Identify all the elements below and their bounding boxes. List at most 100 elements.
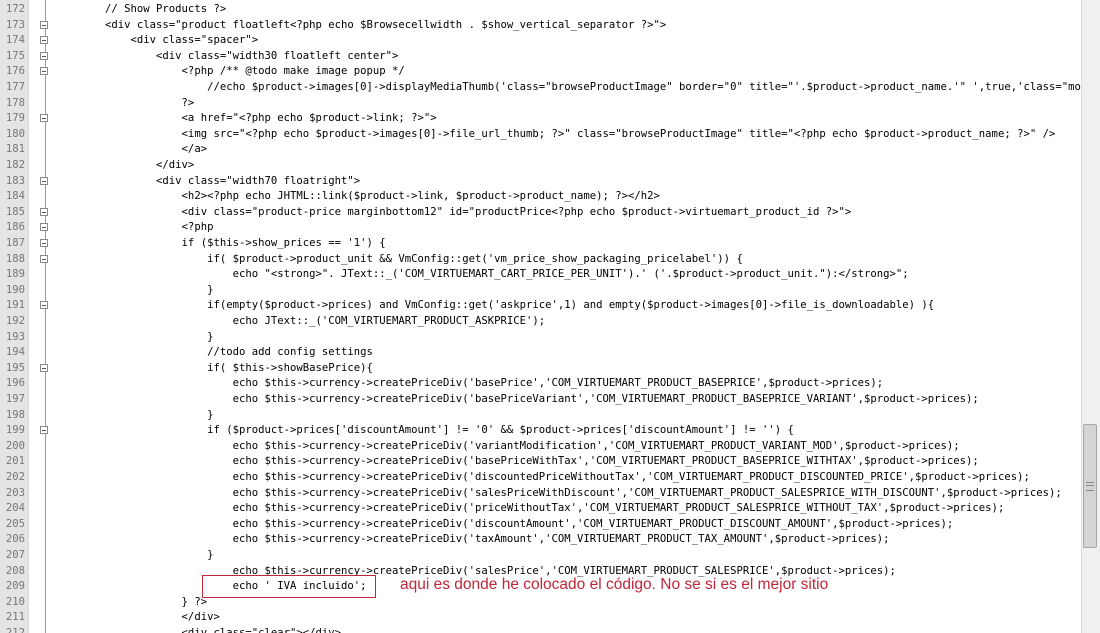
line-number: 191: [5, 299, 25, 312]
code-line[interactable]: 212 <div class="clear"></div>: [0, 626, 1080, 633]
code-line[interactable]: 179 <a href="<?php echo $product->link; …: [0, 111, 1080, 127]
code-text: <?php: [54, 221, 214, 234]
fold-toggle-icon[interactable]: [40, 36, 48, 45]
code-line[interactable]: 206 echo $this->currency->createPriceDiv…: [0, 532, 1080, 548]
code-text: <a href="<?php echo $product->link; ?>">: [54, 112, 437, 125]
code-text: <h2><?php echo JHTML::link($product->lin…: [54, 190, 660, 203]
code-line[interactable]: 186 <?php: [0, 220, 1080, 236]
code-line[interactable]: 174 <div class="spacer">: [0, 33, 1080, 49]
code-text: <div class="product floatleft<?php echo …: [54, 18, 667, 31]
fold-toggle-icon[interactable]: [40, 67, 48, 76]
code-line[interactable]: 176 <?php /** @todo make image popup */: [0, 64, 1080, 80]
code-editor[interactable]: 172 // Show Products ?> 173 <div class="p…: [0, 0, 1100, 633]
code-text: echo $this->currency->createPriceDiv('ba…: [54, 377, 884, 390]
line-number: 207: [5, 549, 25, 561]
code-line[interactable]: 195 if( $this->showBasePrice){: [0, 361, 1080, 377]
code-line[interactable]: 189 echo "<strong>". JText::_('COM_VIRTU…: [0, 267, 1080, 283]
code-text: if( $product->product_unit && VmConfig::…: [54, 252, 743, 265]
fold-toggle-icon[interactable]: [40, 426, 48, 435]
line-number: 195: [5, 361, 25, 374]
fold-toggle-icon[interactable]: [40, 176, 48, 185]
code-line[interactable]: 196 echo $this->currency->createPriceDiv…: [0, 376, 1080, 392]
code-line[interactable]: 181 </a>: [0, 142, 1080, 158]
fold-toggle-icon[interactable]: [40, 254, 48, 263]
line-number: 189: [5, 268, 25, 281]
code-line[interactable]: 204 echo $this->currency->createPriceDiv…: [0, 501, 1080, 517]
line-number: 178: [5, 96, 25, 109]
code-text: ?>: [54, 96, 195, 109]
code-line[interactable]: 210 } ?>: [0, 595, 1080, 611]
code-line[interactable]: 192 echo JText::_('COM_VIRTUEMART_PRODUC…: [0, 314, 1080, 330]
fold-toggle-icon[interactable]: [40, 207, 48, 216]
code-line[interactable]: 200 echo $this->currency->createPriceDiv…: [0, 439, 1080, 455]
code-text: </div>: [54, 159, 195, 171]
code-text: <img src="<?php echo $product->images[0]…: [54, 127, 1056, 140]
code-line[interactable]: 183 <div class="width70 floatright">: [0, 174, 1080, 190]
code-line[interactable]: 190 }: [0, 283, 1080, 299]
code-text: <div class="width70 floatright">: [54, 174, 361, 187]
code-line[interactable]: 185 <div class="product-price marginbott…: [0, 205, 1080, 221]
code-text: if ($this->show_prices == '1') {: [54, 237, 386, 249]
code-line[interactable]: 197 echo $this->currency->createPriceDiv…: [0, 392, 1080, 408]
line-number: 193: [5, 330, 25, 343]
code-line[interactable]: 187 if ($this->show_prices == '1') {: [0, 236, 1080, 252]
line-number: 209: [5, 580, 25, 593]
code-line[interactable]: 175 <div class="width30 floatleft center…: [0, 49, 1080, 65]
line-number: 181: [5, 143, 25, 156]
line-number: 172: [5, 3, 25, 15]
code-text: <?php /** @todo make image popup */: [54, 65, 405, 78]
fold-toggle-icon[interactable]: [40, 51, 48, 60]
code-text: echo $this->currency->createPriceDiv('va…: [54, 439, 960, 452]
code-text: </a>: [54, 143, 208, 156]
code-line[interactable]: 177 //echo $product->images[0]->displayM…: [0, 80, 1100, 96]
scrollbar-grip-icon: [1086, 482, 1094, 491]
code-line[interactable]: 180 <img src="<?php echo $product->image…: [0, 127, 1080, 143]
line-number: 182: [5, 159, 25, 171]
code-line[interactable]: 184 <h2><?php echo JHTML::link($product-…: [0, 189, 1080, 205]
code-line[interactable]: 172 // Show Products ?>: [0, 2, 1080, 18]
fold-toggle-icon[interactable]: [40, 20, 48, 29]
code-line[interactable]: 193 }: [0, 330, 1080, 346]
code-text: echo $this->currency->createPriceDiv('sa…: [54, 486, 1062, 499]
fold-toggle-icon[interactable]: [40, 301, 48, 310]
code-text: if ($product->prices['discountAmount'] !…: [54, 424, 794, 437]
code-line[interactable]: 194 //todo add config settings: [0, 345, 1080, 361]
code-line[interactable]: 199 if ($product->prices['discountAmount…: [0, 423, 1080, 439]
code-text: }: [54, 283, 214, 296]
line-number: 187: [5, 237, 25, 249]
line-number: 198: [5, 408, 25, 421]
line-number: 188: [5, 252, 25, 265]
code-text: //echo $product->images[0]->displayMedia…: [54, 81, 1100, 93]
code-text: }: [54, 330, 214, 343]
code-line[interactable]: 205 echo $this->currency->createPriceDiv…: [0, 517, 1080, 533]
fold-toggle-icon[interactable]: [40, 114, 48, 123]
line-number: 199: [5, 424, 25, 437]
code-line[interactable]: 198 }: [0, 408, 1080, 424]
highlight-box: [202, 575, 376, 598]
code-line[interactable]: 173 <div class="product floatleft<?php e…: [0, 18, 1080, 34]
code-line[interactable]: 211 </div>: [0, 610, 1080, 626]
line-number: 190: [5, 283, 25, 296]
fold-toggle-icon[interactable]: [40, 223, 48, 232]
code-text: //todo add config settings: [54, 346, 373, 359]
fold-toggle-icon[interactable]: [40, 363, 48, 372]
line-number: 196: [5, 377, 25, 390]
code-line[interactable]: 188 if( $product->product_unit && VmConf…: [0, 252, 1080, 268]
code-line[interactable]: 203 echo $this->currency->createPriceDiv…: [0, 486, 1080, 502]
line-number: 175: [5, 49, 25, 62]
code-line[interactable]: 202 echo $this->currency->createPriceDiv…: [0, 470, 1080, 486]
code-text: echo $this->currency->createPriceDiv('pr…: [54, 502, 1005, 515]
code-line[interactable]: 191 if(empty($product->prices) and VmCon…: [0, 298, 1080, 314]
code-text: }: [54, 408, 214, 421]
code-text: <div class="spacer">: [54, 34, 259, 47]
code-line[interactable]: 182 </div>: [0, 158, 1080, 174]
line-number: 179: [5, 112, 25, 125]
line-number: 208: [5, 564, 25, 577]
code-line[interactable]: 201 echo $this->currency->createPriceDiv…: [0, 454, 1080, 470]
code-line[interactable]: 207 }: [0, 548, 1080, 564]
code-text: // Show Products ?>: [54, 3, 227, 15]
line-number: 202: [5, 471, 25, 483]
fold-toggle-icon[interactable]: [40, 239, 48, 247]
line-number: 194: [5, 346, 25, 359]
code-line[interactable]: 178 ?>: [0, 96, 1080, 112]
